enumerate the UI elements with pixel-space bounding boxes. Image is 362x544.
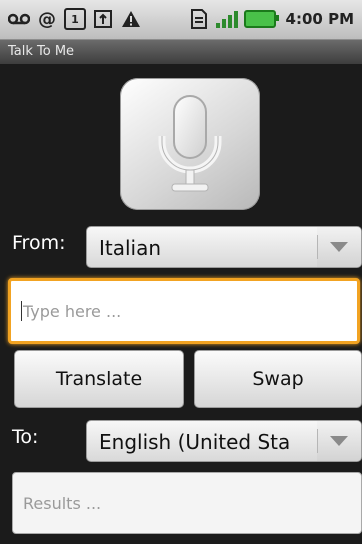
- swap-button[interactable]: Swap: [194, 350, 362, 408]
- system-icons: 4:00 PM: [188, 8, 354, 30]
- battery-icon: [243, 10, 279, 28]
- notification-icons: @ 1: [8, 8, 142, 30]
- signal-icon: [215, 10, 238, 28]
- to-language-value: English (United Sta: [99, 430, 291, 454]
- microphone-button[interactable]: [120, 78, 260, 210]
- status-bar: @ 1 4:00 PM: [0, 0, 362, 40]
- results-field[interactable]: Results ...: [12, 472, 362, 534]
- chevron-down-icon: [317, 227, 361, 267]
- microphone-icon: [158, 95, 222, 192]
- to-label: To:: [12, 426, 39, 448]
- warning-icon: [120, 8, 142, 30]
- app-title: Talk To Me: [0, 40, 362, 64]
- from-label: From:: [12, 232, 66, 254]
- chevron-down-icon: [317, 421, 361, 461]
- from-language-spinner[interactable]: Italian: [86, 226, 362, 268]
- voicemail-icon: [8, 8, 30, 30]
- usb-icon: [92, 8, 114, 30]
- source-text-input[interactable]: Type here ...: [8, 278, 360, 344]
- clock: 4:00 PM: [285, 10, 354, 28]
- from-language-value: Italian: [99, 236, 162, 260]
- source-text-placeholder: Type here ...: [23, 301, 122, 321]
- translate-button[interactable]: Translate: [14, 350, 184, 408]
- to-language-spinner[interactable]: English (United Sta: [86, 420, 362, 462]
- sd-card-icon: [188, 8, 210, 30]
- text-cursor: [21, 301, 22, 321]
- results-placeholder: Results ...: [23, 493, 102, 513]
- calendar-icon: 1: [64, 8, 86, 30]
- at-icon: @: [38, 8, 56, 30]
